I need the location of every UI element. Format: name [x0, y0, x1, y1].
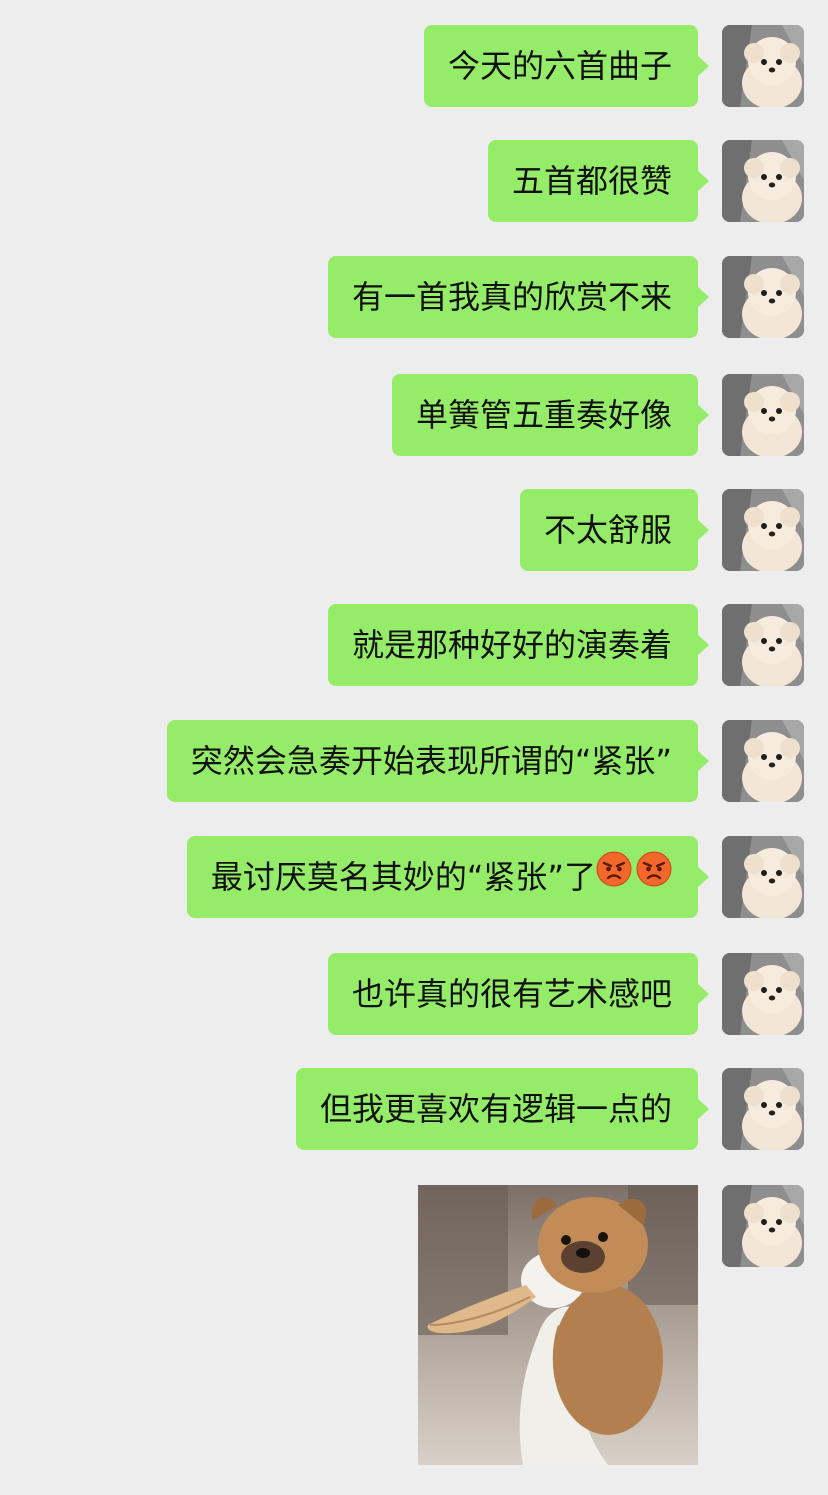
message-bubble[interactable]: 最讨厌莫名其妙的“紧张”了: [186, 835, 710, 918]
message-bubble[interactable]: 单簧管五重奏好像: [391, 374, 710, 456]
message-row: [418, 1185, 804, 1465]
message-row: 突然会急奏开始表现所谓的“紧张”: [166, 720, 804, 802]
white-puppy-avatar[interactable]: [722, 1068, 804, 1150]
white-puppy-avatar[interactable]: [722, 604, 804, 686]
message-row: 不太舒服: [519, 489, 804, 571]
message-bubble[interactable]: 也许真的很有艺术感吧: [327, 953, 710, 1035]
message-row: 单簧管五重奏好像: [391, 374, 804, 456]
message-row: 也许真的很有艺术感吧: [327, 953, 804, 1035]
message-text: 最讨厌莫名其妙的“紧张”了: [210, 858, 596, 896]
message-row: 最讨厌莫名其妙的“紧张”了: [186, 835, 804, 918]
puppy-hugging-duck-sticker[interactable]: [418, 1185, 698, 1465]
white-puppy-avatar[interactable]: [722, 140, 804, 222]
white-puppy-avatar[interactable]: [722, 720, 804, 802]
message-bubble[interactable]: 今天的六首曲子: [423, 25, 710, 107]
message-bubble[interactable]: 就是那种好好的演奏着: [327, 604, 710, 686]
white-puppy-avatar[interactable]: [722, 489, 804, 571]
white-puppy-avatar[interactable]: [722, 836, 804, 918]
white-puppy-avatar[interactable]: [722, 953, 804, 1035]
message-bubble[interactable]: 五首都很赞: [487, 140, 710, 222]
white-puppy-avatar[interactable]: [722, 25, 804, 107]
message-row: 今天的六首曲子: [423, 25, 804, 107]
message-bubble[interactable]: 不太舒服: [519, 489, 710, 571]
message-row: 就是那种好好的演奏着: [327, 604, 804, 686]
white-puppy-avatar[interactable]: [722, 1185, 804, 1267]
message-row: 但我更喜欢有逻辑一点的: [295, 1068, 804, 1150]
angry-face-icon: [596, 835, 632, 917]
message-bubble[interactable]: 突然会急奏开始表现所谓的“紧张”: [166, 720, 710, 802]
white-puppy-avatar[interactable]: [722, 256, 804, 338]
message-row: 有一首我真的欣赏不来: [327, 256, 804, 338]
white-puppy-avatar[interactable]: [722, 374, 804, 456]
message-bubble[interactable]: 但我更喜欢有逻辑一点的: [295, 1068, 710, 1150]
angry-face-icon: [636, 835, 672, 917]
message-bubble[interactable]: 有一首我真的欣赏不来: [327, 256, 710, 338]
message-row: 五首都很赞: [487, 140, 804, 222]
